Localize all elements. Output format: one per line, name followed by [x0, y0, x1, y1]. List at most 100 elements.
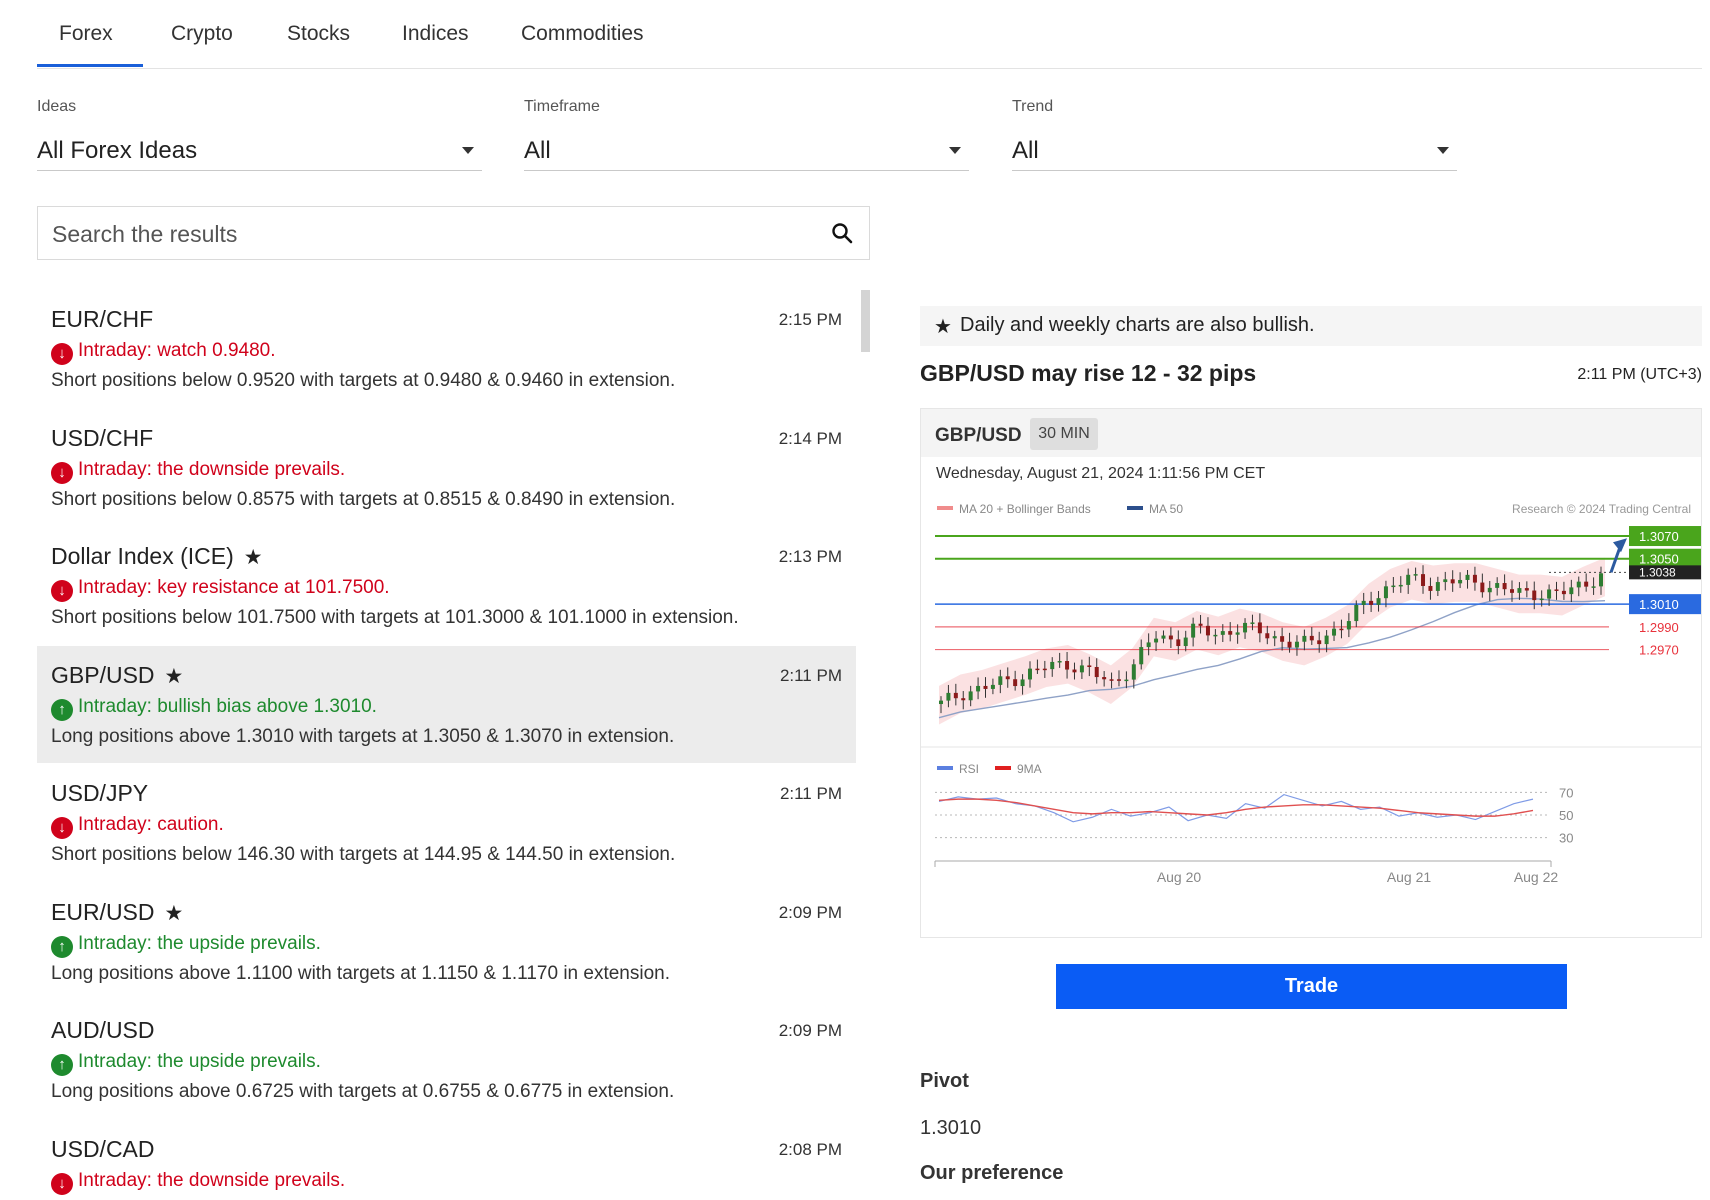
- tab-commodities[interactable]: Commodities: [521, 22, 644, 46]
- candle-body: [1517, 588, 1522, 593]
- legend-label: 9MA: [1017, 762, 1042, 776]
- idea-description: Short positions below 0.9520 with target…: [51, 370, 676, 391]
- candle-body: [939, 700, 943, 705]
- legend-label: MA 20 + Bollinger Bands: [959, 502, 1091, 516]
- list-item[interactable]: USD/CAD 2:08 PM ↓ Intraday: the downside pr…: [37, 1120, 856, 1200]
- candle-body: [1191, 623, 1196, 638]
- list-item[interactable]: EUR/USD ★ 2:09 PM ↑ Intraday: the upside pre…: [37, 883, 856, 1000]
- ideas-list: EUR/CHF 2:15 PM ↓ Intraday: watch 0.9480. Sh…: [37, 290, 857, 1200]
- list-item[interactable]: USD/CHF 2:14 PM ↓ Intraday: the downside pr…: [37, 409, 856, 526]
- list-item[interactable]: USD/JPY 2:11 PM ↓ Intraday: caution. Short p…: [37, 764, 856, 881]
- candle-body: [1079, 665, 1084, 673]
- candle-body: [1502, 583, 1507, 590]
- candle-body: [1109, 679, 1114, 681]
- pivot-value: 1.3010: [920, 1117, 982, 1139]
- idea-headline: ↓ Intraday: caution.: [51, 814, 224, 839]
- candle-body: [1346, 621, 1351, 630]
- candle-body: [998, 676, 1003, 685]
- candle-body: [1035, 668, 1040, 671]
- instrument-name: EUR/USD ★: [51, 898, 184, 925]
- candle-body: [1309, 635, 1314, 641]
- candle-body: [1398, 584, 1403, 587]
- candle-body: [1250, 622, 1255, 624]
- x-tick-label: Aug 20: [1157, 869, 1202, 885]
- candle-body: [1324, 635, 1329, 645]
- arrow-down-circle-icon: ↓: [51, 1172, 73, 1195]
- tab-indices[interactable]: Indices: [402, 22, 469, 46]
- candle-body: [1554, 589, 1559, 591]
- timeframe-dropdown[interactable]: All: [524, 137, 969, 171]
- candle-body: [1413, 574, 1418, 576]
- idea-time: 2:14 PM: [778, 428, 842, 448]
- x-tick-label: Aug 22: [1514, 869, 1559, 885]
- candle-body: [1042, 668, 1047, 671]
- idea-time: 2:11 PM (UTC+3): [1577, 366, 1702, 383]
- chevron-down-icon: [462, 147, 474, 154]
- candle-body: [1576, 581, 1581, 588]
- list-item[interactable]: AUD/USD 2:09 PM ↑ Intraday: the upside prev…: [37, 1001, 856, 1118]
- rsi-level-label: 30: [1559, 831, 1573, 846]
- idea-headline: ↓ Intraday: the downside prevails.: [51, 1170, 345, 1195]
- search-input[interactable]: [50, 215, 814, 253]
- candle-body: [1005, 676, 1010, 680]
- tab-forex[interactable]: Forex: [59, 22, 113, 46]
- tab-crypto[interactable]: Crypto: [171, 22, 233, 46]
- candle-body: [1383, 586, 1388, 599]
- candle-body: [1087, 665, 1092, 667]
- tab-stocks[interactable]: Stocks: [287, 22, 350, 46]
- candle-body: [1235, 632, 1240, 635]
- x-tick-label: Aug 21: [1387, 869, 1432, 885]
- candle-body: [1176, 639, 1181, 647]
- candle-body: [1205, 625, 1210, 636]
- candle-body: [1524, 588, 1529, 591]
- arrow-down-circle-icon: ↓: [51, 343, 73, 365]
- chevron-down-icon: [1437, 147, 1449, 154]
- idea-note: ★ Daily and weekly charts are also bulli…: [920, 306, 1702, 346]
- chart-symbol: GBP/USD: [935, 425, 1022, 446]
- trade-button[interactable]: Trade: [1056, 964, 1567, 1009]
- list-scrollbar[interactable]: [861, 290, 870, 352]
- candle-body: [1287, 641, 1292, 648]
- instrument-name: USD/CAD: [51, 1135, 155, 1162]
- candle-body: [1376, 598, 1381, 605]
- candle-body: [1421, 574, 1426, 586]
- level-label: 1.2970: [1639, 643, 1679, 658]
- active-tab-indicator: [37, 64, 143, 67]
- arrow-down-circle-icon: ↓: [51, 580, 73, 602]
- candle-body: [1406, 574, 1411, 585]
- candle-body: [1487, 587, 1492, 593]
- market-tabs: Forex Crypto Stocks Indices Commodities: [37, 0, 1702, 69]
- arrow-up-circle-icon: ↑: [51, 1054, 73, 1076]
- idea-headline: ↑ Intraday: the upside prevails.: [51, 1051, 321, 1076]
- ideas-dropdown[interactable]: All Forex Ideas: [37, 137, 482, 171]
- trend-dropdown-value: All: [1012, 137, 1039, 164]
- candle-body: [1146, 642, 1151, 648]
- idea-title: GBP/USD may rise 12 - 32 pips: [920, 360, 1257, 386]
- list-item[interactable]: GBP/USD ★ 2:11 PM ↑ Intraday: bullish bias a…: [37, 645, 856, 763]
- candle-body: [1294, 641, 1299, 648]
- idea-description: Short positions below 0.8575 with target…: [51, 488, 676, 510]
- ideas-filter-label: Ideas: [37, 98, 77, 115]
- candle-body: [1369, 600, 1374, 605]
- candle-body: [1510, 589, 1515, 593]
- candle-body: [1465, 574, 1470, 580]
- list-item[interactable]: Dollar Index (ICE) ★ 2:13 PM ↓ Intraday: key…: [37, 527, 856, 644]
- list-item[interactable]: EUR/CHF 2:15 PM ↓ Intraday: watch 0.9480. Sh…: [37, 290, 856, 407]
- level-label: 1.3010: [1639, 597, 1679, 612]
- candle-body: [1094, 666, 1099, 678]
- search-icon[interactable]: [831, 222, 853, 244]
- arrow-down-circle-icon: ↓: [51, 817, 73, 839]
- candle-body: [1532, 590, 1537, 601]
- candle-body: [1213, 634, 1218, 637]
- candle-body: [1280, 636, 1285, 642]
- chart-timeframe-badge: 30 MIN: [1030, 418, 1098, 450]
- chevron-down-icon: [949, 147, 961, 154]
- trend-dropdown[interactable]: All: [1012, 137, 1457, 171]
- rsi-ma-line: [938, 798, 1534, 817]
- candle-body: [1116, 679, 1121, 681]
- candle-body: [1435, 582, 1440, 591]
- arrow-up-circle-icon: ↑: [51, 698, 73, 721]
- level-label: 1.3038: [1639, 565, 1676, 579]
- rsi-level-label: 70: [1559, 785, 1573, 800]
- timeframe-filter-label: Timeframe: [524, 98, 600, 115]
